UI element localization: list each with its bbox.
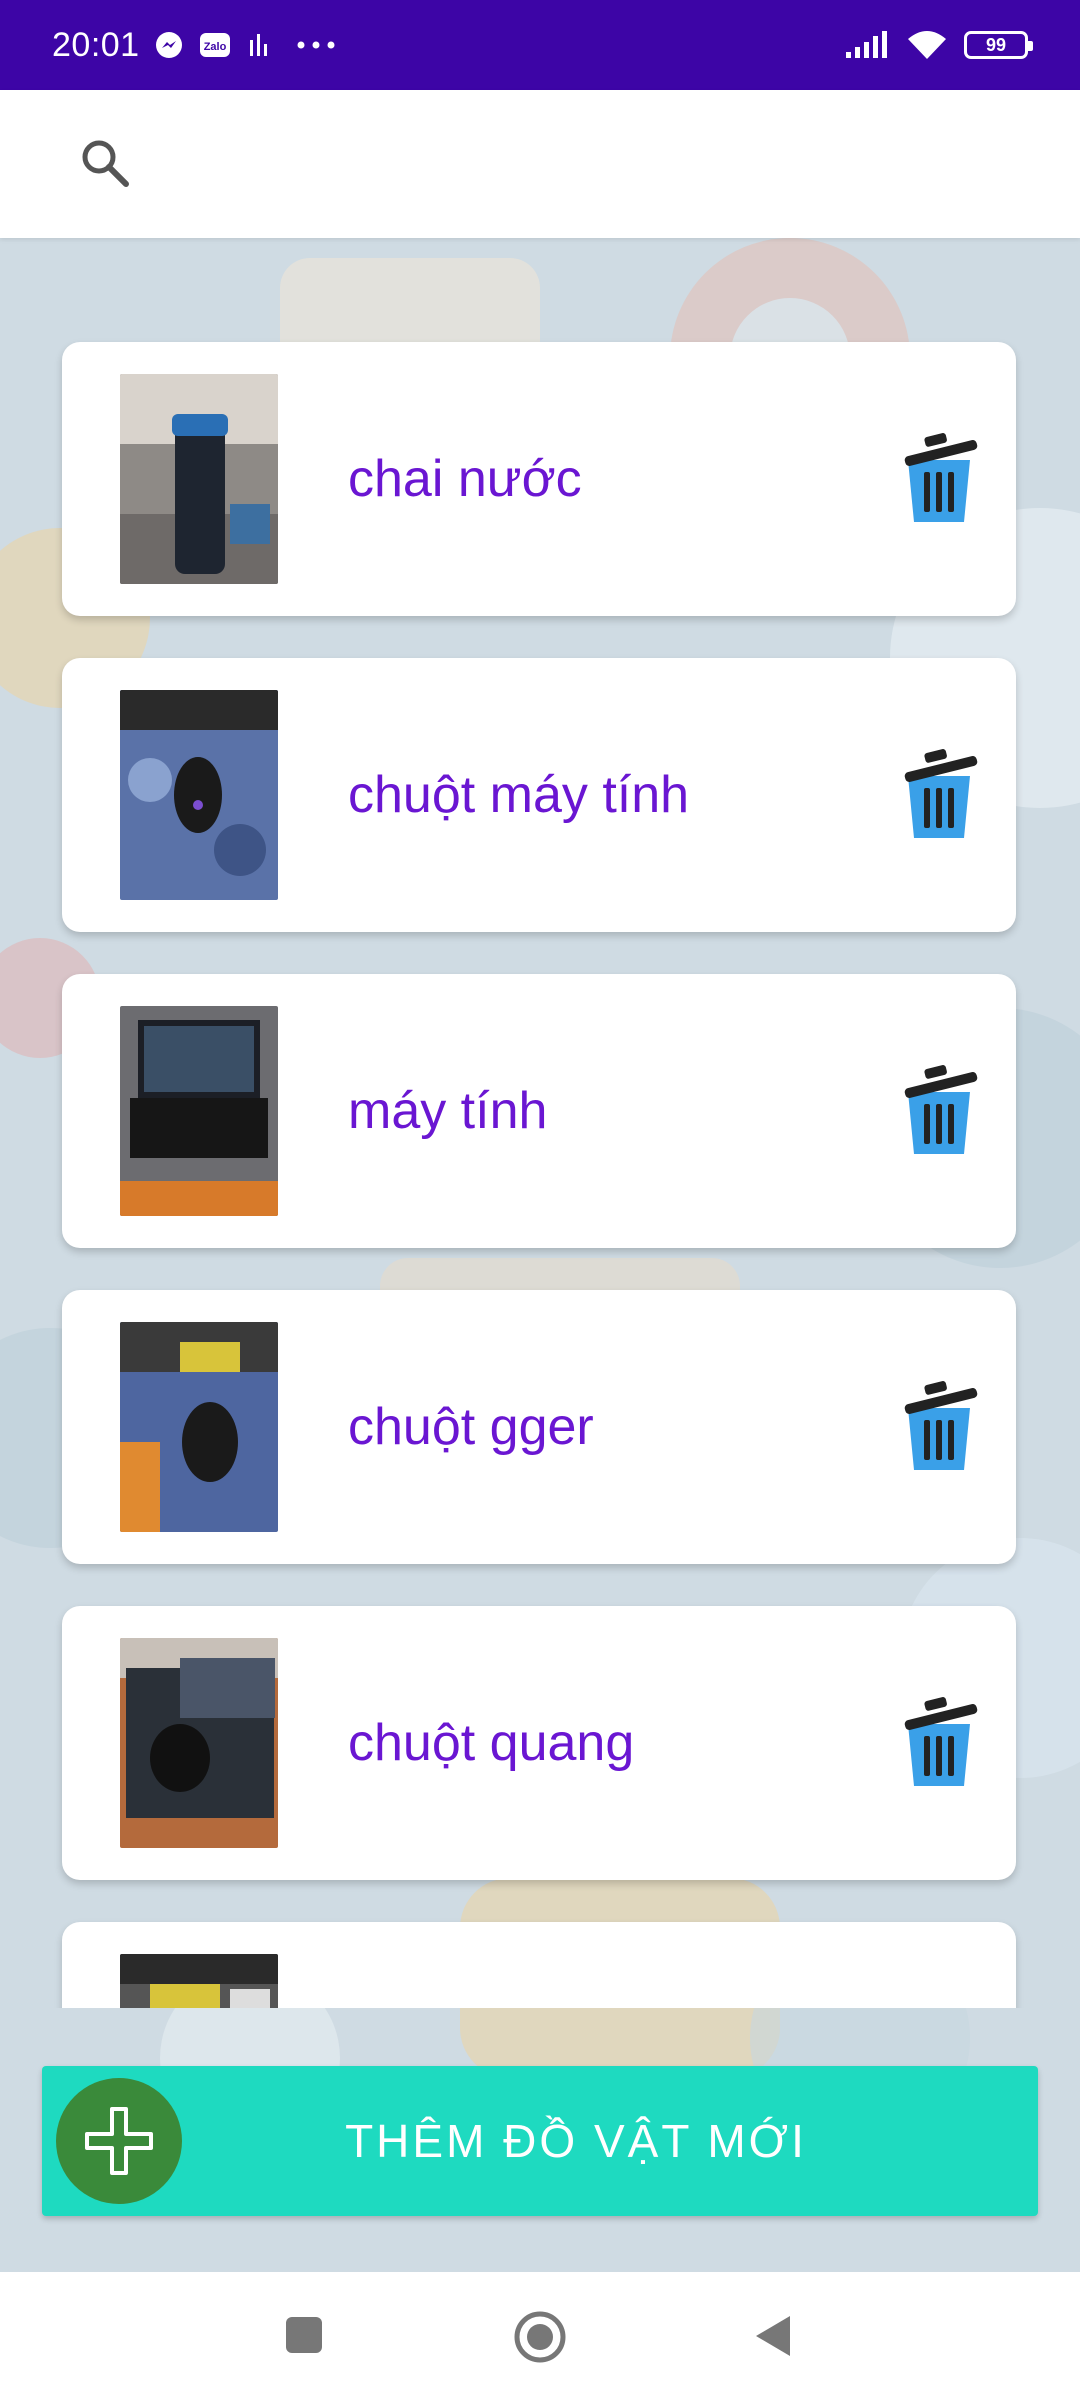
item-name: chuột quang [348,1714,635,1772]
item-name: máy tính [348,1082,548,1140]
content-area: chai nước chuột máy tính máy tính chuột … [0,238,1080,2272]
messenger-icon [154,30,184,60]
gaming-mouse-photo [120,1322,278,1532]
add-item-button[interactable]: THÊM ĐỒ VẬT MỚI [42,2066,1038,2216]
desk-photo [120,1954,278,2008]
zalo-icon: Zalo [198,30,232,60]
item-list[interactable]: chai nước chuột máy tính máy tính chuột … [0,238,1080,2008]
computer-mouse-photo [120,690,278,900]
trash-icon[interactable] [900,430,978,526]
search-icon[interactable] [78,136,132,190]
signal-icon [844,30,890,60]
water-bottle-photo [120,374,278,584]
zalo-label: Zalo [203,41,226,53]
list-item[interactable]: chuột gger [62,1290,1016,1564]
item-name: chai nước [348,450,582,508]
list-item[interactable]: chuột quang [62,1606,1016,1880]
item-name: chuột gger [348,1398,594,1456]
search-header [0,90,1080,238]
navigation-bar [0,2272,1080,2400]
home-circle-icon[interactable] [513,2310,567,2364]
trash-icon[interactable] [900,1694,978,1790]
trash-icon[interactable] [900,1062,978,1158]
trash-icon[interactable] [900,1378,978,1474]
battery-level: 99 [985,34,1007,55]
back-triangle-icon[interactable] [752,2314,794,2358]
recents-square-icon[interactable] [283,2314,325,2356]
status-bar: 20:01 Zalo 99 [0,0,1080,90]
activity-bars-icon [246,30,272,60]
list-item[interactable]: chuột máy tính [62,658,1016,932]
optical-mouse-photo [120,1638,278,1848]
add-item-label: THÊM ĐỒ VẬT MỚI [345,2115,807,2167]
list-item[interactable]: máy tính [62,974,1016,1248]
list-item[interactable]: chai nước [62,342,1016,616]
plus-icon [56,2078,182,2204]
more-dots-icon [296,40,336,50]
wifi-icon [906,29,948,61]
status-time: 20:01 [52,25,140,64]
list-item[interactable] [62,1922,1016,2008]
laptop-photo [120,1006,278,1216]
trash-icon[interactable] [900,746,978,842]
item-name: chuột máy tính [348,766,690,824]
battery-icon: 99 [964,31,1033,59]
